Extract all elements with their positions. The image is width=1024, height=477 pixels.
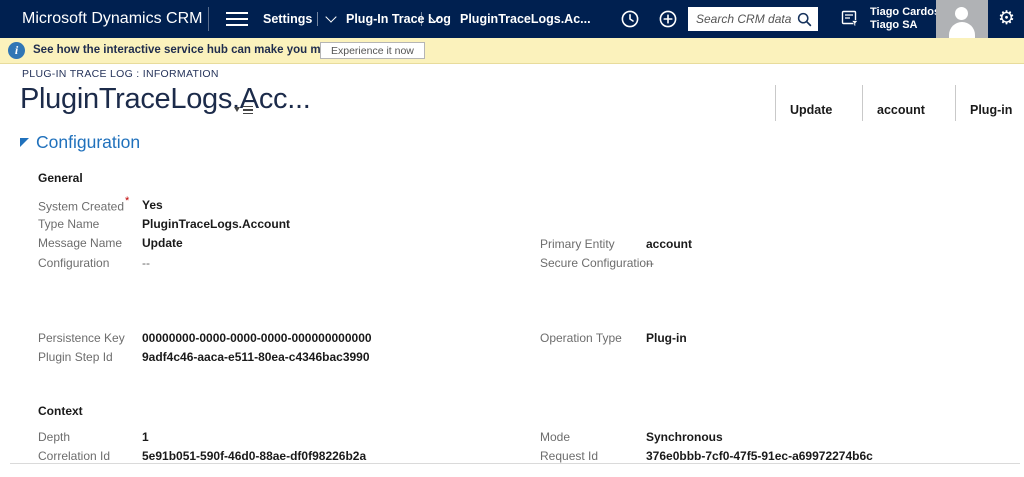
field-value[interactable]: 5e91b051-590f-46d0-88ae-df0f98226b2a	[142, 449, 366, 463]
info-icon: i	[8, 42, 25, 59]
field-value[interactable]: 1	[142, 430, 149, 444]
experience-it-now-button[interactable]: Experience it now	[320, 42, 425, 59]
field-value[interactable]: account	[646, 237, 692, 251]
recent-items-clock-icon[interactable]	[620, 9, 640, 34]
field-label: Primary Entity	[540, 236, 615, 251]
page-title: PluginTraceLogs.Acc...	[20, 83, 311, 115]
header-field-entity[interactable]: account	[862, 85, 955, 121]
field-label: System Created	[38, 198, 125, 213]
section-title: Configuration	[36, 132, 141, 152]
navbar-divider	[208, 7, 209, 31]
field-label: Type Name	[38, 217, 100, 232]
field-label: Plugin Step Id	[38, 350, 113, 365]
collapse-triangle-icon	[20, 138, 29, 147]
field-value[interactable]: --	[142, 256, 150, 270]
field-row: Configuration --	[38, 253, 290, 272]
avatar-head	[955, 7, 968, 20]
header-field-operation[interactable]: Plug-in	[955, 85, 1014, 121]
field-label: Operation Type	[540, 330, 622, 345]
field-row: Operation Type Plug-in	[540, 328, 687, 347]
field-label: Message Name	[38, 236, 123, 251]
form-selector-icon[interactable]	[234, 104, 253, 116]
section-configuration[interactable]: Configuration	[20, 132, 140, 153]
list-lines-icon	[243, 104, 253, 116]
group-heading-general: General	[38, 171, 83, 185]
field-row: Primary Entity account	[540, 234, 692, 253]
nav-separator	[421, 12, 422, 26]
field-label: Configuration	[38, 255, 110, 270]
field-value[interactable]: 00000000-0000-0000-0000-000000000000	[142, 331, 372, 345]
field-label: Request Id	[540, 449, 599, 464]
create-plus-icon[interactable]	[658, 9, 678, 34]
entity-breadcrumb-label: PLUG-IN TRACE LOG : INFORMATION	[22, 68, 219, 80]
field-row: Message Name Update	[38, 234, 290, 253]
header-fields: Update account Plug-in	[775, 85, 1014, 121]
header-field-message[interactable]: Update	[775, 85, 862, 121]
context-left-column: Depth 1 Correlation Id 5e91b051-590f-46d…	[38, 427, 366, 466]
general-right-column: Primary Entity account Secure Configurat…	[540, 234, 692, 273]
operation-column: Operation Type Plug-in	[540, 328, 687, 347]
field-label: Secure Configuration	[540, 256, 653, 271]
caret-down-icon	[234, 107, 240, 113]
brand-title: Microsoft Dynamics CRM	[22, 10, 203, 27]
field-row: System Created* Yes	[38, 195, 290, 214]
field-label: Mode	[540, 429, 571, 444]
general-left-column: System Created* Yes Type Name PluginTrac…	[38, 195, 290, 273]
top-navbar: Microsoft Dynamics CRM Settings Plug-In …	[0, 0, 1024, 38]
field-label: Correlation Id	[38, 449, 111, 464]
field-value[interactable]: PluginTraceLogs.Account	[142, 217, 290, 231]
nav-separator	[317, 12, 318, 26]
required-asterisk: *	[125, 194, 130, 207]
field-row: Secure Configuration --	[540, 253, 692, 272]
field-row: Depth 1	[38, 427, 366, 446]
hamburger-menu-icon[interactable]	[226, 12, 248, 26]
field-value[interactable]: 376e0bbb-7cf0-47f5-91ec-a69972274b6c	[646, 449, 873, 463]
field-value[interactable]: --	[646, 256, 654, 270]
field-value[interactable]: Synchronous	[646, 430, 723, 444]
header-field-value: account	[877, 103, 925, 117]
field-value[interactable]: Plug-in	[646, 331, 687, 345]
notification-bar: i See how the interactive service hub ca…	[0, 38, 1024, 64]
search-box	[688, 7, 818, 31]
field-value[interactable]: Update	[142, 236, 183, 250]
header-field-value: Update	[790, 103, 833, 117]
settings-gear-icon[interactable]: ⚙	[998, 7, 1015, 31]
field-value[interactable]: 9adf4c46-aaca-e511-80ea-c4346bac3990	[142, 350, 370, 364]
field-row: Plugin Step Id 9adf4c46-aaca-e511-80ea-c…	[38, 347, 372, 366]
header-field-value: Plug-in	[970, 103, 1013, 117]
field-row: Mode Synchronous	[540, 427, 873, 446]
user-avatar[interactable]	[936, 0, 988, 38]
avatar-torso	[949, 22, 975, 38]
nav-item-settings[interactable]: Settings	[263, 0, 312, 38]
context-right-column: Mode Synchronous Request Id 376e0bbb-7cf…	[540, 427, 873, 466]
search-icon[interactable]	[797, 12, 812, 27]
persistence-column: Persistence Key 00000000-0000-0000-0000-…	[38, 328, 372, 367]
field-row: Type Name PluginTraceLogs.Account	[38, 214, 290, 233]
field-value[interactable]: Yes	[142, 198, 163, 212]
nav-item-record[interactable]: PluginTraceLogs.Ac...	[460, 0, 591, 38]
field-row: Persistence Key 00000000-0000-0000-0000-…	[38, 328, 372, 347]
field-underline-rule	[10, 463, 1020, 464]
group-heading-context: Context	[38, 404, 83, 418]
advanced-find-icon[interactable]	[841, 10, 860, 33]
search-input[interactable]	[688, 12, 797, 26]
chevron-down-icon[interactable]	[325, 11, 337, 23]
field-label: Persistence Key	[38, 330, 125, 345]
field-label: Depth	[38, 429, 71, 444]
